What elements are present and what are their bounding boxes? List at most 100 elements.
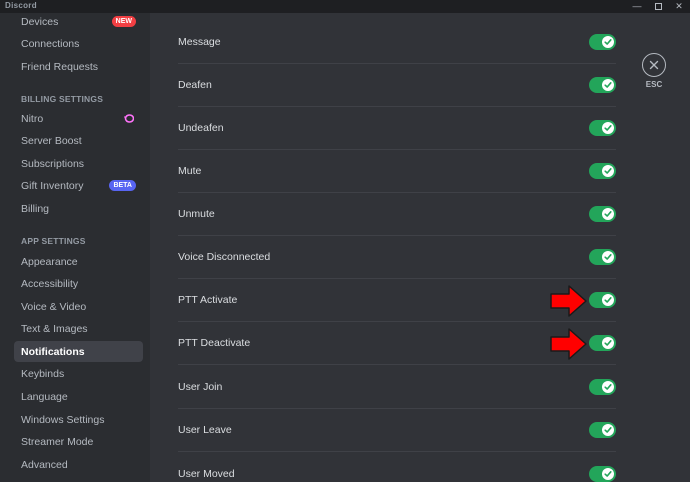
sound-label: PTT Deactivate	[178, 337, 251, 349]
voice-disconnected-sound-toggle[interactable]	[589, 249, 616, 265]
check-icon	[602, 208, 614, 220]
sound-label: User Join	[178, 381, 223, 393]
sidebar-item-label: Subscriptions	[21, 157, 85, 170]
message-sound-toggle[interactable]	[589, 34, 616, 50]
sidebar-item-text-images[interactable]: Text & Images	[14, 318, 143, 339]
sidebar-item-label: Text & Images	[21, 322, 88, 335]
sound-label: Unmute	[178, 208, 215, 220]
sidebar-item-label: Advanced	[21, 458, 68, 471]
sound-row-message: Message	[178, 21, 616, 64]
ptt-deactivate-sound-toggle[interactable]	[589, 335, 616, 351]
sound-row-user-join: User Join	[178, 366, 616, 409]
sidebar-item-keybinds[interactable]: Keybinds	[14, 363, 143, 384]
sidebar-item-billing[interactable]: Billing	[14, 198, 143, 219]
sidebar-item-appearance[interactable]: Appearance	[14, 251, 143, 272]
maximize-icon	[654, 3, 662, 10]
check-icon	[602, 337, 614, 349]
check-icon	[602, 424, 614, 436]
red-arrow-icon	[550, 285, 587, 317]
close-settings-button[interactable]	[642, 53, 666, 77]
sidebar-item-label: Friend Requests	[21, 60, 99, 73]
sidebar-item-label: Notifications	[21, 345, 85, 358]
sidebar-item-label: Server Boost	[21, 134, 82, 147]
sidebar-item-label: Nitro	[21, 112, 44, 125]
sidebar-item-streamer-mode[interactable]: Streamer Mode	[14, 431, 143, 452]
user-leave-sound-toggle[interactable]	[589, 422, 616, 438]
red-arrow-icon	[550, 328, 587, 360]
deafen-sound-toggle[interactable]	[589, 77, 616, 93]
sidebar-item-label: Windows Settings	[21, 413, 105, 426]
mute-sound-toggle[interactable]	[589, 163, 616, 179]
user-join-sound-toggle[interactable]	[589, 379, 616, 395]
sidebar-item-windows-settings[interactable]: Windows Settings	[14, 409, 143, 430]
new-badge: NEW	[111, 16, 136, 27]
sound-label: Mute	[178, 165, 202, 177]
close-settings[interactable]: ESC	[642, 53, 668, 89]
check-icon	[602, 165, 614, 177]
sidebar-item-connections[interactable]: Connections	[14, 33, 143, 54]
sidebar-item-label: Keybinds	[21, 367, 65, 380]
sound-row-ptt-activate: PTT Activate	[178, 279, 616, 322]
sound-label: Voice Disconnected	[178, 251, 271, 263]
sound-row-user-leave: User Leave	[178, 409, 616, 452]
esc-label: ESC	[645, 80, 663, 89]
sidebar-item-accessibility[interactable]: Accessibility	[14, 273, 143, 294]
sidebar-item-label: Gift Inventory	[21, 179, 84, 192]
settings-sidebar: Devices NEW Connections Friend Requests …	[0, 13, 150, 482]
user-moved-sound-toggle[interactable]	[589, 465, 616, 482]
sound-label: PTT Activate	[178, 294, 238, 306]
ptt-activate-sound-toggle[interactable]	[589, 292, 616, 308]
sound-row-ptt-deactivate: PTT Deactivate	[178, 322, 616, 365]
check-icon	[602, 122, 614, 134]
sound-label: User Moved	[178, 467, 235, 480]
sound-label: User Leave	[178, 424, 232, 436]
sidebar-item-friend-requests[interactable]: Friend Requests	[14, 56, 143, 77]
sound-label: Message	[178, 36, 221, 48]
sidebar-item-voice-video[interactable]: Voice & Video	[14, 296, 143, 317]
unmute-sound-toggle[interactable]	[589, 206, 616, 222]
check-icon	[602, 36, 614, 48]
app-settings-header: APP SETTINGS	[21, 236, 86, 246]
sidebar-item-subscriptions[interactable]: Subscriptions	[14, 153, 143, 174]
sidebar-item-label: Devices	[21, 15, 59, 28]
check-icon	[602, 467, 614, 480]
sidebar-item-notifications[interactable]: Notifications	[14, 341, 143, 362]
window-close-button[interactable]: ✕	[670, 0, 688, 13]
sidebar-item-devices[interactable]: Devices NEW	[14, 13, 143, 32]
sidebar-item-nitro[interactable]: Nitro	[14, 108, 143, 129]
check-icon	[602, 79, 614, 91]
sidebar-item-label: Appearance	[21, 255, 78, 268]
sound-row-deafen: Deafen	[178, 64, 616, 107]
minimize-icon: —	[632, 1, 642, 11]
close-icon	[649, 60, 659, 70]
sound-row-unmute: Unmute	[178, 193, 616, 236]
sidebar-item-gift-inventory[interactable]: Gift Inventory BETA	[14, 175, 143, 196]
sound-row-user-moved: User Moved	[178, 452, 616, 482]
sidebar-item-label: Language	[21, 390, 68, 403]
sidebar-item-label: Voice & Video	[21, 300, 87, 313]
maximize-button[interactable]	[649, 0, 667, 13]
sidebar-item-advanced[interactable]: Advanced	[14, 454, 143, 475]
sidebar-item-label: Connections	[21, 37, 80, 50]
sidebar-item-language[interactable]: Language	[14, 386, 143, 407]
notification-sounds-panel: Message Deafen Undeafen Mute Unmute Voic…	[150, 13, 690, 482]
sound-label: Deafen	[178, 79, 212, 91]
sound-label: Undeafen	[178, 122, 224, 134]
undeafen-sound-toggle[interactable]	[589, 120, 616, 136]
sound-row-mute: Mute	[178, 150, 616, 193]
sound-row-undeafen: Undeafen	[178, 107, 616, 150]
nitro-icon	[124, 114, 134, 123]
beta-badge: BETA	[109, 180, 136, 191]
sidebar-item-label: Billing	[21, 202, 50, 215]
app-title: Discord	[5, 1, 37, 10]
check-icon	[602, 294, 614, 306]
check-icon	[602, 381, 614, 393]
sound-row-voice-disconnected: Voice Disconnected	[178, 236, 616, 279]
billing-settings-header: BILLING SETTINGS	[21, 94, 104, 104]
sidebar-item-server-boost[interactable]: Server Boost	[14, 130, 143, 151]
sidebar-item-label: Accessibility	[21, 277, 79, 290]
minimize-button[interactable]: —	[628, 0, 646, 13]
check-icon	[602, 251, 614, 263]
title-bar: Discord — ✕	[0, 0, 690, 13]
window-close-icon: ✕	[675, 1, 683, 11]
